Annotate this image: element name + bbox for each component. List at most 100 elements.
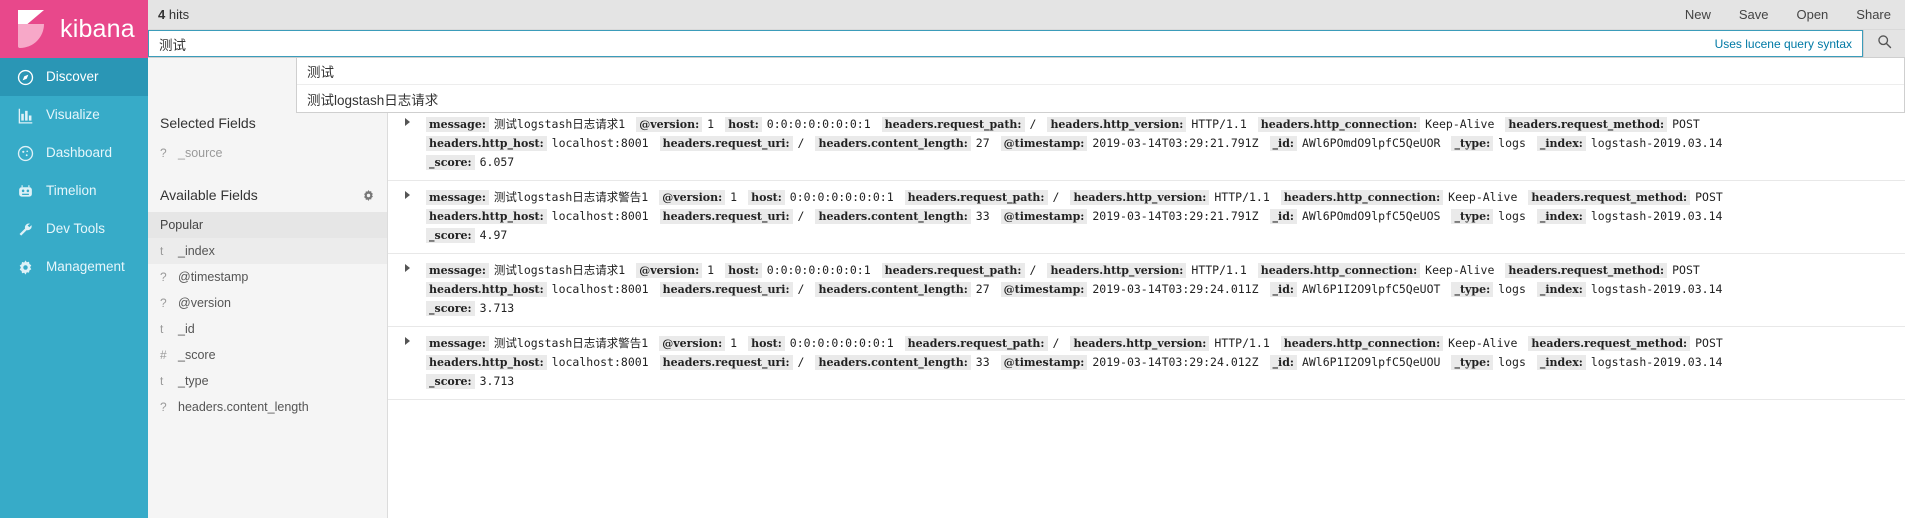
table-row[interactable]: message: 测试logstash日志请求1 @version: 1 host: 0:… — [388, 108, 1905, 181]
field-item-type[interactable]: t _type — [148, 368, 387, 394]
field-key: host: — [725, 263, 762, 278]
field-type-icon: ? — [160, 270, 167, 284]
source-line: message: 测试logstash日志请求1 @version: 1 host: 0:… — [426, 261, 1899, 280]
field-value: 6.057 — [479, 155, 515, 169]
field-key: message: — [426, 336, 489, 351]
field-value: / — [797, 355, 805, 369]
field-name: _index — [178, 244, 215, 258]
chevron-right-icon[interactable] — [404, 191, 410, 199]
table-row[interactable]: message: 测试logstash日志请求警告1 @version: 1 host:… — [388, 181, 1905, 254]
field-value: 2019-03-14T03:29:21.791Z — [1092, 136, 1259, 150]
chevron-right-icon[interactable] — [404, 264, 410, 272]
sidebar-item-label: Management — [46, 259, 125, 275]
source-line: headers.http_host: localhost:8001 headers.… — [426, 207, 1899, 226]
field-value: / — [1052, 190, 1060, 204]
row-source-cell: message: 测试logstash日志请求警告1 @version: 1 host:… — [426, 188, 1905, 245]
timelion-icon — [14, 183, 36, 200]
suggestion-item[interactable]: 测试logstash日志请求 — [297, 85, 1904, 112]
sidebar-item-discover[interactable]: Discover — [0, 58, 148, 96]
open-button[interactable]: Open — [1782, 0, 1842, 29]
source-line: message: 测试logstash日志请求1 @version: 1 host: 0:… — [426, 115, 1899, 134]
sidebar-item-visualize[interactable]: Visualize — [0, 96, 148, 134]
brand-logo[interactable]: kibana — [0, 0, 148, 58]
field-value: 0:0:0:0:0:0:0:1 — [789, 190, 894, 204]
sidebar-item-dev-tools[interactable]: Dev Tools — [0, 210, 148, 248]
field-key: headers.request_path: — [881, 117, 1025, 132]
sidebar-item-management[interactable]: Management — [0, 248, 148, 286]
available-fields-header: Available Fields — [148, 184, 387, 206]
dashboard-icon — [14, 145, 36, 162]
hits-counter: 4 hits — [148, 7, 189, 22]
sidebar-item-label: Dev Tools — [46, 221, 106, 237]
search-button[interactable] — [1863, 30, 1905, 57]
field-item-source[interactable]: ? _source — [148, 140, 387, 166]
source-line: _score: 3.713 — [426, 372, 1899, 391]
field-key: headers.http_version: — [1070, 336, 1210, 351]
table-row[interactable]: message: 测试logstash日志请求1 @version: 1 host: 0:… — [388, 254, 1905, 327]
sidebar: kibana Discover Visualize Dashboard Time… — [0, 0, 148, 518]
new-button[interactable]: New — [1671, 0, 1725, 29]
field-value: 0:0:0:0:0:0:0:1 — [766, 263, 871, 277]
field-item-index[interactable]: t _index — [148, 238, 387, 264]
field-key: _score: — [426, 155, 475, 170]
lucene-syntax-link[interactable]: Uses lucene query syntax — [1715, 37, 1862, 51]
field-item-score[interactable]: # _score — [148, 342, 387, 368]
field-value: localhost:8001 — [551, 209, 649, 223]
field-name: @timestamp — [178, 270, 249, 284]
field-key: @version: — [659, 190, 726, 205]
suggestion-item[interactable]: 测试 — [297, 58, 1904, 85]
sidebar-item-timelion[interactable]: Timelion — [0, 172, 148, 210]
field-value: / — [1029, 117, 1037, 131]
compass-icon — [14, 69, 36, 86]
field-item-timestamp[interactable]: ? @timestamp — [148, 264, 387, 290]
popular-fields-label: Popular — [148, 212, 387, 238]
field-name: _id — [178, 322, 195, 336]
field-item-version[interactable]: ? @version — [148, 290, 387, 316]
field-key: headers.http_version: — [1070, 190, 1210, 205]
share-button[interactable]: Share — [1842, 0, 1905, 29]
field-key: headers.http_host: — [426, 355, 547, 370]
sidebar-item-dashboard[interactable]: Dashboard — [0, 134, 148, 172]
table-row[interactable]: message: 测试logstash日志请求警告1 @version: 1 host:… — [388, 327, 1905, 400]
field-key: @version: — [636, 263, 703, 278]
field-key: _id: — [1269, 209, 1297, 224]
field-value: logstash-2019.03.14 — [1590, 355, 1723, 369]
field-value: 1 — [707, 117, 715, 131]
field-key: @version: — [636, 117, 703, 132]
hits-label: hits — [168, 7, 190, 22]
chevron-right-icon[interactable] — [404, 337, 410, 345]
field-value: 1 — [707, 263, 715, 277]
source-line: _score: 3.713 — [426, 299, 1899, 318]
field-value: localhost:8001 — [551, 136, 649, 150]
field-key: headers.request_uri: — [659, 136, 793, 151]
field-key: headers.http_version: — [1047, 117, 1187, 132]
kibana-logo-icon — [12, 8, 52, 50]
search-field-wrapper: Uses lucene query syntax — [148, 30, 1863, 57]
field-value: 2019-03-14T03:29:21.791Z — [1092, 209, 1259, 223]
field-key: headers.request_path: — [904, 336, 1048, 351]
field-value: HTTP/1.1 — [1214, 336, 1270, 350]
row-source-cell: message: 测试logstash日志请求1 @version: 1 host: 0:… — [426, 115, 1905, 172]
field-name: @version — [178, 296, 231, 310]
field-type-icon: t — [160, 374, 164, 388]
field-key: headers.request_method: — [1505, 263, 1668, 278]
field-value: 1 — [730, 336, 738, 350]
field-value: 3.713 — [479, 374, 515, 388]
field-value: Keep-Alive — [1448, 336, 1518, 350]
gear-icon[interactable] — [362, 189, 375, 202]
field-key: host: — [748, 190, 785, 205]
source-line: _score: 4.97 — [426, 226, 1899, 245]
field-item-content-length[interactable]: ? headers.content_length — [148, 394, 387, 420]
field-value: 33 — [975, 209, 990, 223]
search-input[interactable] — [149, 31, 1715, 56]
main-area: 4 hits New Save Open Share Uses lucene q… — [148, 0, 1905, 518]
search-icon — [1877, 34, 1892, 54]
field-type-icon: t — [160, 322, 164, 336]
field-key: _id: — [1269, 282, 1297, 297]
field-name: _source — [178, 146, 223, 160]
field-item-id[interactable]: t _id — [148, 316, 387, 342]
field-key: headers.content_length: — [815, 355, 971, 370]
field-key: headers.request_method: — [1528, 336, 1691, 351]
chevron-right-icon[interactable] — [404, 118, 410, 126]
save-button[interactable]: Save — [1725, 0, 1783, 29]
